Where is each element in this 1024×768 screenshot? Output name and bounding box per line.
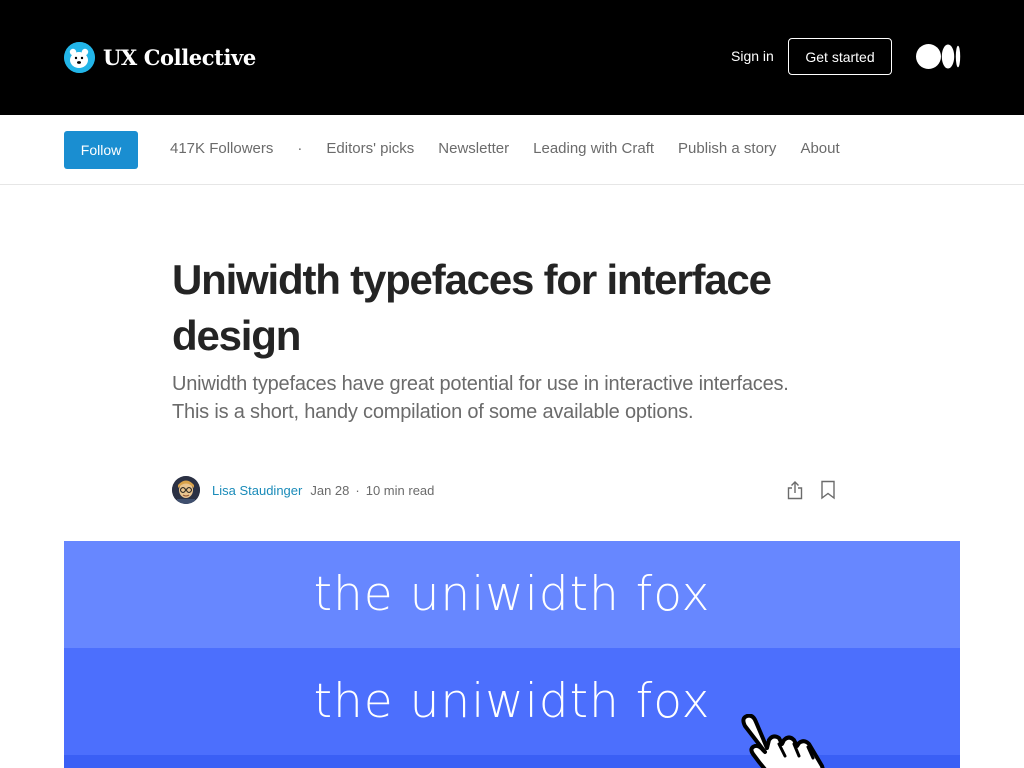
medium-logo-icon[interactable] — [916, 44, 961, 69]
hero-text-line-2: the uniwidth fox — [313, 674, 711, 729]
followers-count[interactable]: 417K Followers — [170, 140, 273, 157]
read-time: 10 min read — [365, 482, 435, 498]
article-actions — [774, 478, 840, 502]
nav-link-editors-picks[interactable]: Editors' picks — [326, 140, 414, 157]
nav-separator: · — [297, 140, 303, 157]
nav-link-newsletter[interactable]: Newsletter — [438, 140, 509, 157]
nav-link-about[interactable]: About — [800, 140, 839, 157]
publication-brand[interactable]: UX Collective — [64, 41, 256, 73]
article-subtitle: Uniwidth typefaces have great potential … — [172, 373, 789, 423]
hero-image: the uniwidth fox the uniwidth fox — [64, 541, 960, 768]
follow-button[interactable]: Follow — [64, 131, 138, 169]
article-byline: Lisa Staudinger Jan 28 · 10 min read — [172, 476, 840, 504]
author-name[interactable]: Lisa Staudinger — [212, 483, 302, 498]
bookmark-icon[interactable] — [816, 478, 840, 502]
share-icon[interactable] — [783, 478, 807, 502]
publication-name: UX Collective — [103, 44, 256, 70]
pointing-hand-cursor-icon — [737, 713, 837, 768]
author-avatar[interactable] — [172, 476, 200, 504]
publish-date: Jan 28 — [310, 482, 350, 498]
site-header: UX Collective Sign in Get started — [0, 0, 1024, 115]
publication-nav-links: 417K Followers · Editors' picks Newslett… — [170, 140, 864, 157]
sign-in-link[interactable]: Sign in — [731, 48, 774, 64]
get-started-button[interactable]: Get started — [788, 38, 892, 75]
hero-text-line-1: the uniwidth fox — [313, 567, 711, 622]
hero-band-top: the uniwidth fox — [64, 541, 960, 648]
nav-link-leading-with-craft[interactable]: Leading with Craft — [533, 140, 654, 157]
article-title: Uniwidth typefaces for interface design — [172, 256, 772, 359]
meta-separator: · — [355, 482, 360, 498]
publication-nav: Follow 417K Followers · Editors' picks N… — [0, 115, 1024, 185]
nav-link-publish-a-story[interactable]: Publish a story — [678, 140, 776, 157]
article-meta: Jan 28 · 10 min read — [310, 483, 434, 498]
polar-bear-logo-icon — [64, 41, 95, 73]
